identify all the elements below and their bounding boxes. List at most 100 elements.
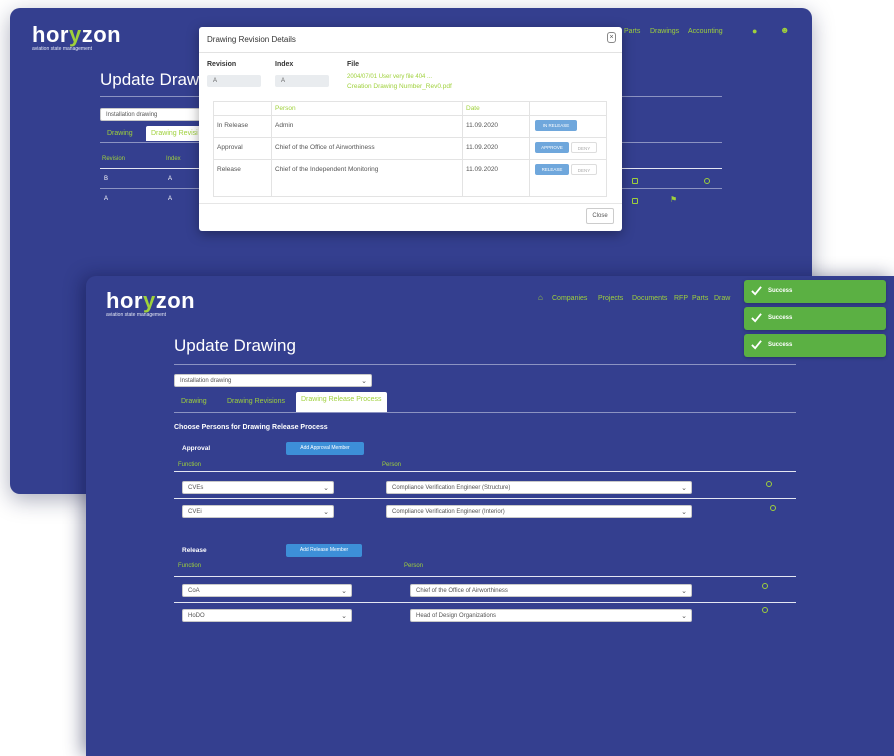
select-value: CVEs: [188, 485, 204, 491]
row1-revision: B: [104, 176, 109, 182]
row2-revision: A: [104, 196, 109, 202]
row2-index: A: [168, 196, 173, 202]
notification-icon[interactable]: ●: [752, 26, 757, 36]
tab-drawing[interactable]: Drawing: [176, 394, 212, 409]
in-release-button[interactable]: IN RELEASE: [535, 120, 577, 131]
select-value: Chief of the Office of Airworthiness: [416, 588, 508, 594]
row-step: Release: [217, 166, 241, 173]
nav-parts[interactable]: Parts: [692, 295, 708, 302]
checkmark-icon: [751, 313, 762, 323]
add-approval-member-button[interactable]: Add Approval Member: [286, 442, 364, 455]
function-label: Function: [178, 563, 202, 569]
toast-text: Success: [768, 315, 793, 321]
modal-footer-line: [199, 203, 622, 204]
index-label: Index: [275, 61, 294, 68]
file-line1[interactable]: 2004/07/01 User very file 404 ...: [347, 74, 432, 80]
select-value: Compliance Verification Engineer (Interi…: [392, 509, 505, 515]
function-label: Function: [178, 462, 202, 468]
chevron-down-icon: ⌄: [361, 378, 367, 385]
approval-function-select[interactable]: CVEi ⌄: [182, 505, 334, 518]
release-button[interactable]: RELEASE: [535, 164, 569, 175]
row-date: 11.09.2020: [466, 144, 499, 151]
row-divider: [174, 602, 796, 603]
nav-accounting[interactable]: Accounting: [688, 28, 723, 35]
nav-projects[interactable]: Projects: [598, 295, 623, 302]
modal-close-icon[interactable]: ×: [607, 32, 616, 43]
tab-drawing-revisions[interactable]: Drawing Revisi: [146, 126, 203, 141]
chevron-down-icon: ⌄: [681, 613, 687, 620]
view-icon[interactable]: [704, 178, 710, 184]
home-icon[interactable]: ⌂: [538, 293, 543, 302]
success-toast[interactable]: Success: [744, 280, 886, 303]
success-toast[interactable]: Success: [744, 307, 886, 330]
approval-person-select[interactable]: Compliance Verification Engineer (Interi…: [386, 505, 692, 518]
select-value: Head of Design Organizations: [416, 613, 497, 619]
chevron-down-icon: ⌄: [323, 485, 329, 492]
logo[interactable]: horyzon: [106, 290, 195, 312]
chevron-down-icon: ⌄: [681, 588, 687, 595]
chevron-down-icon: ⌄: [323, 509, 329, 516]
table-row-line: [213, 115, 607, 116]
table-row-line: [213, 159, 607, 160]
file-label: File: [347, 61, 360, 68]
success-toast[interactable]: Success: [744, 334, 886, 357]
drawing-type-select[interactable]: Installation drawing ⌄: [174, 374, 372, 387]
close-button[interactable]: Close: [586, 208, 614, 224]
approval-label: Approval: [182, 445, 211, 452]
approve-button[interactable]: APPROVE: [535, 142, 569, 153]
nav-drawings[interactable]: Draw: [714, 295, 730, 302]
add-release-member-button[interactable]: Add Release Member: [286, 544, 362, 557]
deny-button[interactable]: DENY: [571, 164, 597, 175]
deny-button[interactable]: DENY: [571, 142, 597, 153]
select-value: Compliance Verification Engineer (Struct…: [392, 485, 511, 491]
tagline: aviation state management: [32, 46, 93, 52]
checkmark-icon: [751, 286, 762, 296]
nav-drawings[interactable]: Drawings: [650, 28, 679, 35]
table-row-line: [213, 137, 607, 138]
row-date: 11.09.2020: [466, 166, 499, 173]
approval-header-line: [174, 471, 796, 472]
tab-drawing-revisions[interactable]: Drawing Revisions: [222, 394, 290, 409]
chevron-down-icon: ⌄: [681, 485, 687, 492]
approval-function-select[interactable]: CVEs ⌄: [182, 481, 334, 494]
release-person-select[interactable]: Head of Design Organizations ⌄: [410, 609, 692, 622]
nav-companies[interactable]: Companies: [552, 295, 587, 302]
remove-member-icon[interactable]: [762, 583, 768, 589]
tabs-divider: [174, 412, 796, 413]
row-person: Chief of the Office of Airworthiness: [275, 144, 375, 151]
remove-member-icon[interactable]: [762, 607, 768, 613]
nav-documents[interactable]: Documents: [632, 295, 667, 302]
release-function-select[interactable]: HoDO ⌄: [182, 609, 352, 622]
flag-icon[interactable]: ⚑: [670, 195, 677, 204]
col-index: Index: [166, 156, 181, 162]
modal-title: Drawing Revision Details: [207, 35, 296, 44]
row-step: Approval: [217, 144, 243, 151]
release-header-line: [174, 576, 796, 577]
nav-parts[interactable]: Parts: [624, 28, 640, 35]
drawing-revision-details-modal: Drawing Revision Details × Revision A In…: [199, 27, 622, 231]
release-function-select[interactable]: CoA ⌄: [182, 584, 352, 597]
page-title: Update Drawing: [174, 336, 296, 355]
release-label: Release: [182, 547, 207, 554]
tagline: aviation state management: [106, 312, 167, 318]
row-date: 11.09.2020: [466, 122, 499, 129]
remove-member-icon[interactable]: [766, 481, 772, 487]
file-link[interactable]: Creation Drawing Number_Rev0.pdf: [347, 83, 452, 90]
person-label: Person: [382, 462, 402, 468]
section-heading: Choose Persons for Drawing Release Proce…: [174, 424, 328, 431]
row-divider: [174, 498, 796, 499]
approval-person-select[interactable]: Compliance Verification Engineer (Struct…: [386, 481, 692, 494]
logo[interactable]: horyzon: [32, 24, 121, 46]
drawing-type-select[interactable]: Installation drawing: [100, 108, 210, 121]
user-icon[interactable]: ☻: [780, 25, 789, 35]
revision-value: A: [207, 75, 261, 87]
tab-drawing-release-process[interactable]: Drawing Release Process: [296, 392, 387, 412]
col-person: Person: [275, 105, 296, 112]
checkmark-icon: [751, 340, 762, 350]
nav-rfp[interactable]: RFP: [674, 295, 688, 302]
download-icon[interactable]: [632, 178, 638, 184]
tab-drawing[interactable]: Drawing: [102, 126, 138, 141]
remove-member-icon[interactable]: [770, 505, 776, 511]
download-icon[interactable]: [632, 198, 638, 204]
release-person-select[interactable]: Chief of the Office of Airworthiness ⌄: [410, 584, 692, 597]
